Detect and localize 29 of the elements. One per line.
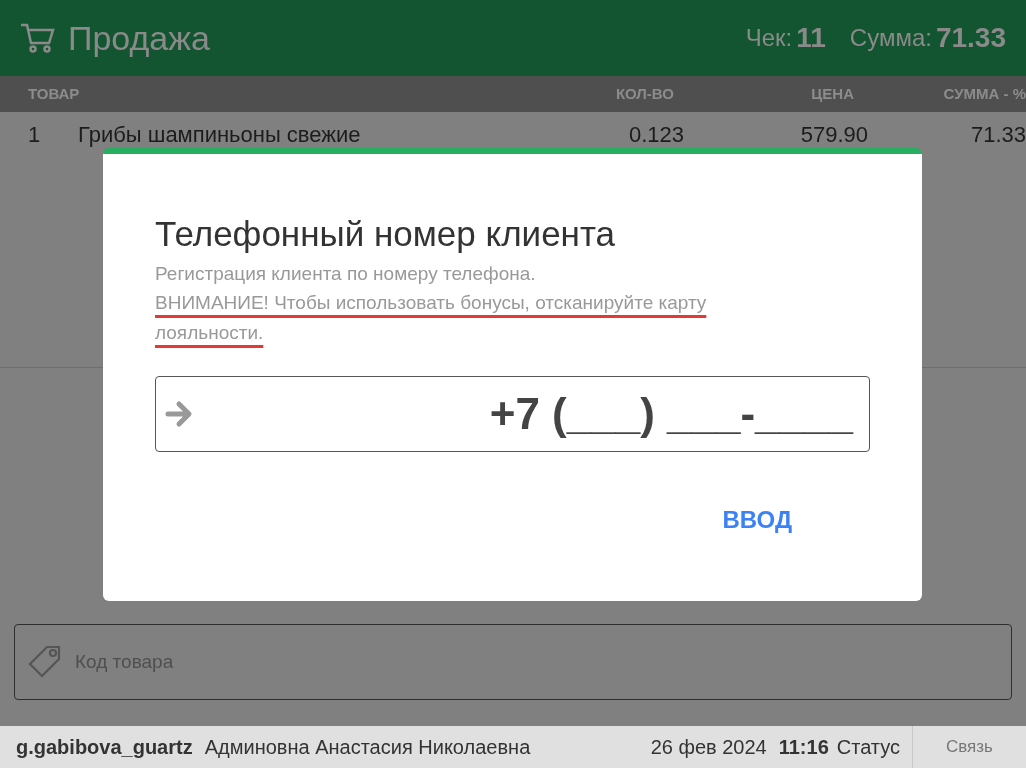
table-cell-text: 579.90 [799, 120, 868, 149]
dialog-title: Телефонный номер клиента [155, 213, 617, 255]
status-text: Статус [836, 735, 900, 760]
table-cell-text: Грибы шампиньоны свежие [78, 120, 362, 149]
column-header: КОЛ-ВО [614, 83, 674, 104]
column-header: ЦЕНА [810, 83, 854, 104]
phone-field[interactable]: +7 (___) ___-____ [155, 376, 870, 453]
phone-value: +7 (___) ___-____ [488, 388, 855, 441]
dialog-subtitle: Регистрация клиента по номеру телефона. [155, 261, 537, 286]
receipt-number: 11 [796, 21, 826, 55]
page-title: Продажа [68, 17, 210, 59]
arrow-right-icon [164, 400, 194, 429]
table-cell-text: 1 [28, 120, 42, 149]
sum-value: 71.33 [935, 21, 1006, 55]
cart-icon [20, 22, 56, 54]
submit-button[interactable]: ВВОД [718, 502, 796, 539]
user-login: g.gabibova_guartz [16, 735, 193, 760]
sum-label: Сумма: [849, 23, 932, 53]
table-cell-text: 71.33 [969, 120, 1026, 149]
warning-text: ВНИМАНИЕ! Чтобы использовать бонусы, отсканируйте карту лояльности. [155, 291, 708, 346]
column-header: ТОВАР [28, 83, 81, 104]
date-text: 26 фев 2024 [650, 735, 767, 760]
receipt-label: Чек: [745, 23, 793, 53]
table-cell-text: 0.123 [627, 120, 684, 149]
link-button[interactable]: Связь [912, 726, 1026, 768]
user-name: Админовна Анастасия Николаевна [204, 735, 531, 760]
tag-icon [27, 644, 63, 680]
column-header: СУММА - % [942, 83, 1026, 104]
time-text: 11:16 [778, 735, 829, 760]
